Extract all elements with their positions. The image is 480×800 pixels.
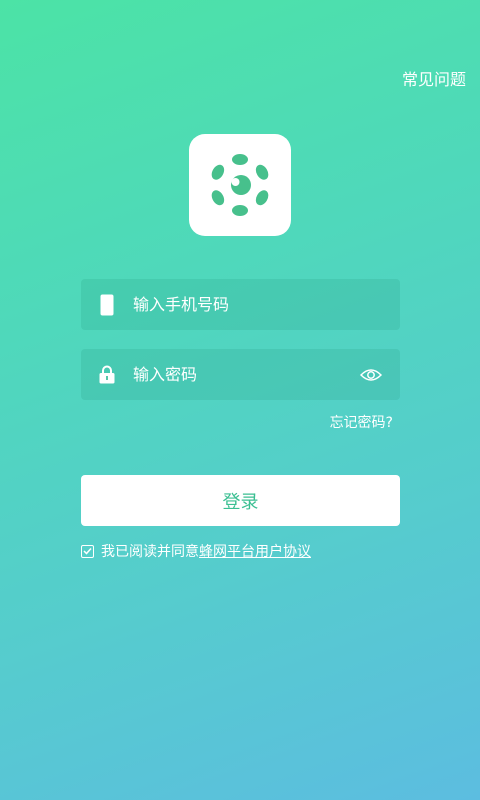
password-input[interactable] [133,349,342,400]
agreement-text: 我已阅读并同意 [101,544,199,560]
login-button[interactable]: 登录 [81,475,400,526]
forgot-password-link[interactable]: 忘记密码? [330,412,393,432]
agreement-checkbox[interactable] [81,544,94,558]
phone-input[interactable] [133,279,400,330]
checkmark-icon [83,547,92,555]
user-agreement-link[interactable]: 蜂网平台用户协议 [199,541,311,561]
app-logo [189,134,291,236]
phone-field [81,279,400,330]
password-visibility-toggle[interactable] [342,349,400,400]
phone-icon [81,279,133,330]
eye-icon [360,368,382,381]
flower-gear-logo-icon [211,154,269,216]
faq-link[interactable]: 常见问题 [402,66,466,90]
agreement-row: 我已阅读并同意 蜂网平台用户协议 [81,541,311,561]
password-field [81,349,400,400]
lock-icon [81,349,133,400]
